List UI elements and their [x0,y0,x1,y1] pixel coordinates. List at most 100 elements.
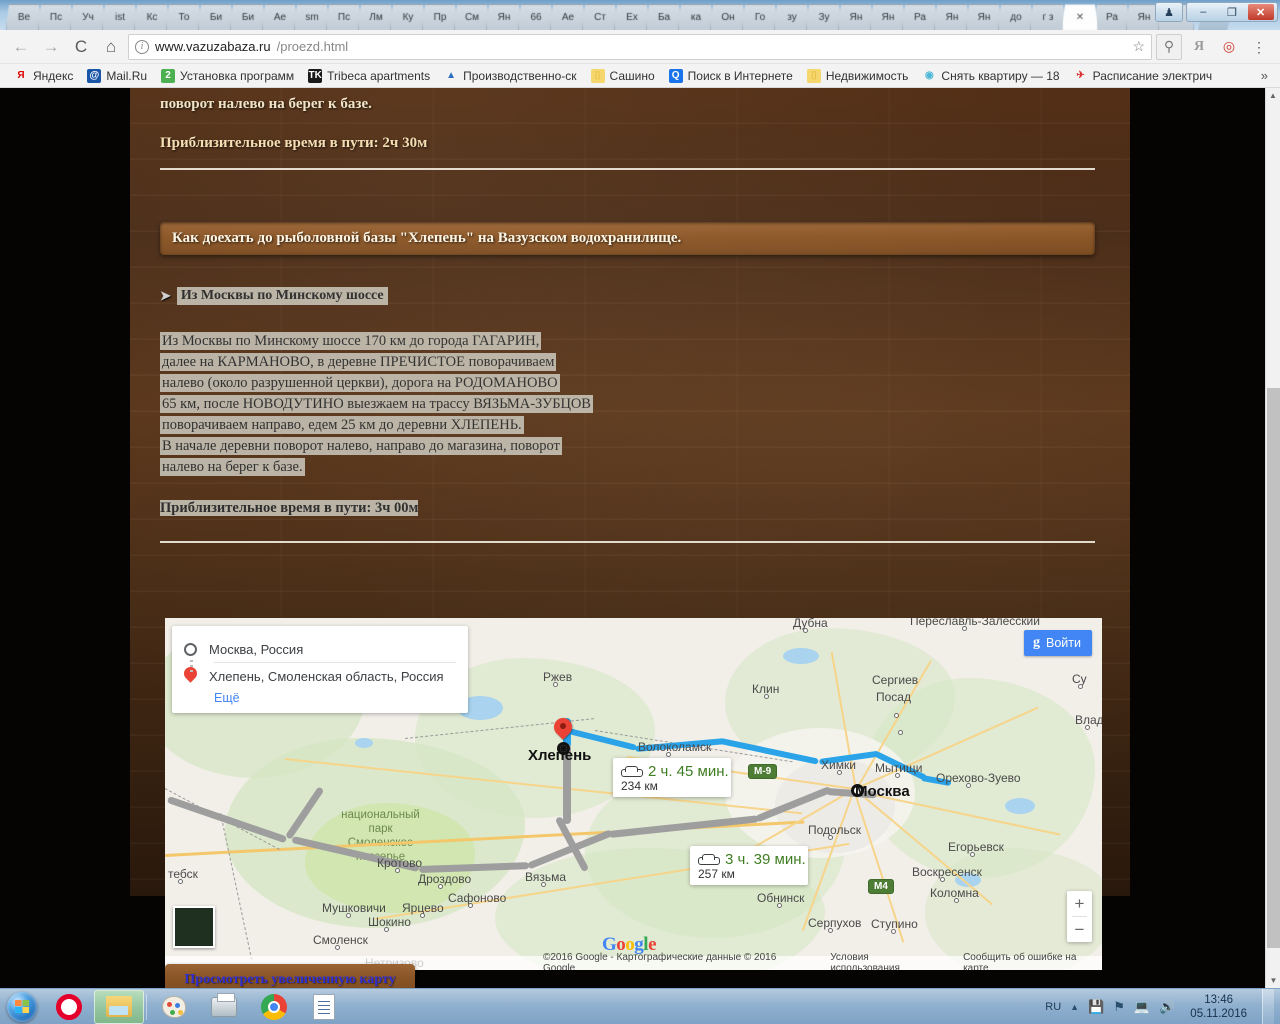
browser-tab[interactable]: Лм [358,4,394,30]
vertical-scrollbar[interactable]: ▲ ▼ [1265,88,1280,988]
bookmark-item[interactable]: @ Mail.Ru [81,67,153,85]
terms-link[interactable]: Условия использования [830,952,939,970]
browser-tab[interactable]: То [166,4,202,30]
scroll-down-arrow[interactable]: ▼ [1266,973,1280,988]
usb-icon[interactable]: 💾 [1088,999,1104,1015]
bookmark-item[interactable]: ▯ Сашино [585,67,661,85]
browser-tab[interactable]: Ех [614,4,650,30]
yandex-icon[interactable]: Я [1186,34,1212,60]
browser-tab[interactable]: Он [710,4,746,30]
maximize-button[interactable]: ❐ [1219,4,1245,20]
view-larger-map-button[interactable]: Просмотреть увеличенную карту [165,964,415,988]
browser-tab[interactable]: Ст [582,4,618,30]
route-distance: 234 км [621,779,658,793]
bookmark-favicon: ✈ [1076,70,1085,81]
browser-tab[interactable]: Ае [550,4,586,30]
target-icon[interactable]: ◎ [1216,34,1242,60]
language-indicator[interactable]: RU [1045,1001,1061,1013]
browser-tab[interactable]: г з [1030,4,1066,30]
browser-tab[interactable]: Ян [838,4,874,30]
bookmark-item[interactable]: Я Яндекс [8,67,79,85]
browser-tab[interactable]: sm [294,4,330,30]
browser-tab[interactable]: Ве [6,4,42,30]
address-bar[interactable]: i www.vazuzabaza.ru/proezd.html ☆ [128,33,1152,60]
volume-icon[interactable]: 🔊 [1159,999,1175,1015]
browser-tab[interactable]: Пс [38,4,74,30]
satellite-thumbnail[interactable] [173,906,215,948]
browser-tab[interactable]: Уч [70,4,106,30]
show-desktop-button[interactable] [1262,988,1274,1024]
user-profile-button[interactable]: ♟ [1155,2,1183,22]
flag-icon[interactable]: ⚑ [1113,999,1125,1015]
browser-tab[interactable]: Би [198,4,234,30]
browser-tab[interactable]: до [998,4,1034,30]
zoom-out-button[interactable]: − [1067,917,1092,942]
home-button[interactable]: ⌂ [98,34,124,60]
minimize-button[interactable]: – [1190,4,1216,20]
search-icon[interactable]: ⚲ [1156,33,1182,60]
browser-tab[interactable]: Кс [134,4,170,30]
browser-tab[interactable]: Ае [262,4,298,30]
back-button[interactable]: ← [8,34,34,60]
browser-tab[interactable]: ist [102,4,138,30]
browser-tab[interactable]: Би [230,4,266,30]
bookmark-star-icon[interactable]: ☆ [1132,38,1145,55]
browser-tab[interactable]: Ку [390,4,426,30]
browser-tab[interactable]: Ян [870,4,906,30]
browser-tab[interactable]: зу [774,4,810,30]
scroll-up-arrow[interactable]: ▲ [1266,88,1280,103]
report-error-link[interactable]: Сообщить об ошибке на карте [963,952,1102,970]
bookmarks-overflow-button[interactable]: » [1261,68,1272,83]
route-card-fast[interactable]: 2 ч. 45 мин. 234 км [613,758,731,797]
browser-tab[interactable]: Зу [806,4,842,30]
tray-expand-icon[interactable]: ▲ [1070,1002,1079,1012]
destination-pin-icon[interactable] [550,714,576,743]
scrollbar-thumb[interactable] [1267,388,1280,948]
browser-tab[interactable]: Пр [422,4,458,30]
taskbar-item-explorer[interactable] [94,989,144,1024]
more-link[interactable]: Ещё [214,691,456,705]
reload-button[interactable]: C [68,34,94,60]
map-city-dot [335,945,340,950]
bookmark-item[interactable]: ▲ Производственно-ск [438,67,582,85]
bookmark-item[interactable]: ✈ Расписание электрич [1068,67,1219,85]
route-card-slow[interactable]: 3 ч. 39 мин. 257 км [690,846,808,885]
signin-button[interactable]: g Войти [1024,630,1092,656]
site-info-icon[interactable]: i [135,39,149,54]
browser-tab[interactable]: 66 [518,4,554,30]
browser-tab[interactable]: Пс [326,4,362,30]
bookmark-item[interactable]: ◉ Снять квартиру — 18 [916,67,1065,85]
browser-tab[interactable]: Ян [934,4,970,30]
bookmark-item[interactable]: 2 Установка программ [155,67,300,85]
browser-tab[interactable]: Ра [902,4,938,30]
chrome-menu-icon[interactable]: ⋮ [1246,34,1272,60]
zoom-in-button[interactable]: + [1067,891,1092,916]
directions-card[interactable]: Москва, Россия Хлепень, Смоленская облас… [172,626,468,713]
taskbar-item-printer[interactable] [199,990,249,1024]
browser-tab[interactable]: ка [678,4,714,30]
start-button[interactable] [0,990,44,1024]
taskbar-item-document[interactable] [299,990,349,1024]
google-map[interactable]: национальныйпаркСмоленскоепоозерье [165,618,1102,970]
browser-tab[interactable]: См [454,4,490,30]
bookmark-item[interactable]: Q Поиск в Интернете [663,67,799,85]
browser-tab[interactable]: ✕ [1062,4,1098,30]
taskbar-item-opera[interactable] [44,990,94,1024]
directions-destination-row[interactable]: Хлепень, Смоленская область, Россия [184,663,456,689]
clock[interactable]: 13:46 05.11.2016 [1184,993,1253,1021]
browser-tab[interactable]: Ян [966,4,1002,30]
browser-tab[interactable]: Ба [646,4,682,30]
browser-tab[interactable]: Ра [1094,4,1130,30]
map-canvas[interactable]: национальныйпаркСмоленскоепоозерье [165,618,1102,970]
network-icon[interactable]: 💻 [1134,999,1150,1015]
bookmark-item[interactable]: ▯ Недвижимость [801,67,915,85]
forward-button[interactable]: → [38,34,64,60]
map-zoom-controls[interactable]: + − [1067,891,1092,942]
directions-origin-row[interactable]: Москва, Россия [184,636,456,662]
browser-tab[interactable]: Ян [486,4,522,30]
close-button[interactable]: ✕ [1247,4,1274,20]
bookmark-item[interactable]: TK Tribeca apartments [302,67,436,85]
taskbar-item-chrome[interactable] [249,990,299,1024]
browser-tab[interactable]: Го [742,4,778,30]
taskbar-item-paint[interactable] [149,990,199,1024]
